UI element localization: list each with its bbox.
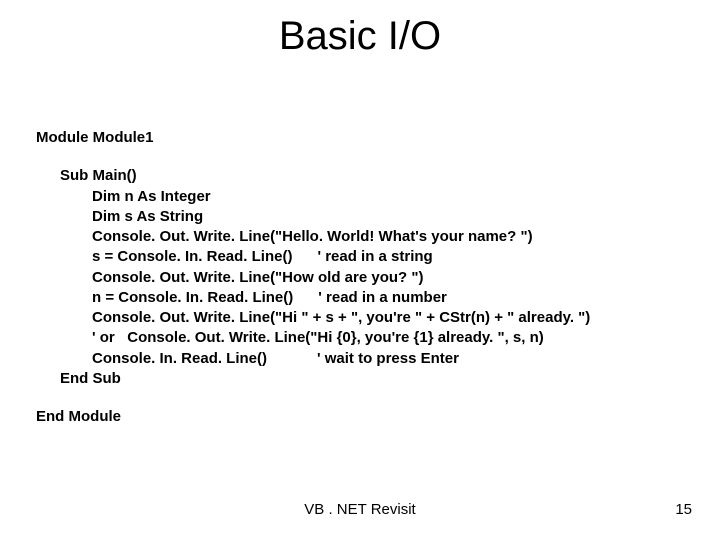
slide: Basic I/O Module Module1 Sub Main() Dim … (0, 0, 720, 540)
slide-title: Basic I/O (0, 14, 720, 59)
code-line: Console. In. Read. Line() ' wait to pres… (36, 349, 684, 369)
code-line: n = Console. In. Read. Line() ' read in … (36, 288, 684, 308)
slide-body: Module Module1 Sub Main() Dim n As Integ… (36, 128, 684, 427)
footer-center-text: VB . NET Revisit (0, 501, 720, 518)
code-line: Dim n As Integer (36, 187, 684, 207)
page-number: 15 (675, 501, 692, 518)
code-module-start: Module Module1 (36, 128, 684, 148)
code-line: Dim s As String (36, 207, 684, 227)
code-line: Console. Out. Write. Line("Hello. World!… (36, 227, 684, 247)
code-line: ' or Console. Out. Write. Line("Hi {0}, … (36, 328, 684, 348)
code-sub-end: End Sub (36, 369, 684, 389)
code-module-end: End Module (36, 407, 684, 427)
code-line: Console. Out. Write. Line("How old are y… (36, 268, 684, 288)
code-line: s = Console. In. Read. Line() ' read in … (36, 247, 684, 267)
code-sub-start: Sub Main() (36, 166, 684, 186)
code-line: Console. Out. Write. Line("Hi " + s + ",… (36, 308, 684, 328)
